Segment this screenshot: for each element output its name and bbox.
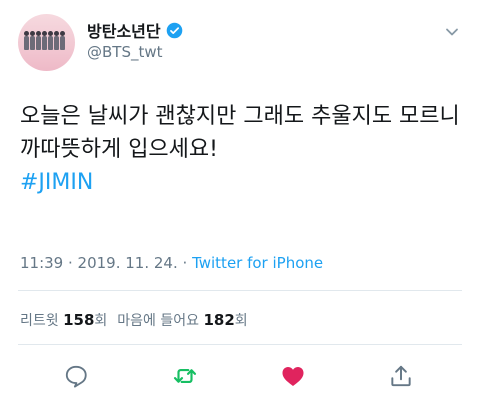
- user-handle[interactable]: @BTS_twt: [87, 43, 163, 61]
- reply-button[interactable]: [62, 362, 90, 390]
- chevron-down-icon[interactable]: [444, 24, 460, 40]
- tweet-text: 오늘은 날씨가 괜찮지만 그래도 추울지도 모르니까따뜻하게 입으세요!: [20, 104, 460, 162]
- retweets-unit: 회: [94, 313, 108, 329]
- retweet-icon: [173, 368, 197, 384]
- retweets-count: 158: [63, 311, 95, 329]
- tweet-actions: [0, 358, 480, 394]
- likes-unit: 회: [234, 313, 248, 329]
- meta-separator: ·: [177, 254, 193, 272]
- retweets-label: 리트윗: [20, 313, 59, 329]
- likes-count: 182: [203, 311, 235, 329]
- tweet-stats: 리트윗 158회 마음에 들어요 182회: [20, 310, 248, 330]
- reply-icon: [65, 365, 87, 388]
- heart-icon: [282, 367, 304, 386]
- meta-separator: ·: [63, 254, 78, 272]
- divider: [18, 344, 462, 345]
- tweet-source-link[interactable]: Twitter for iPhone: [192, 254, 323, 272]
- divider: [18, 290, 462, 291]
- likes-stat[interactable]: 마음에 들어요 182회: [117, 311, 248, 329]
- retweet-button[interactable]: [171, 362, 199, 390]
- tweet-body: 오늘은 날씨가 괜찮지만 그래도 추울지도 모르니까따뜻하게 입으세요! #JI…: [20, 100, 460, 199]
- tweet-header: 방탄소년단 @BTS_twt: [18, 14, 462, 74]
- share-icon: [391, 365, 411, 387]
- likes-label: 마음에 들어요: [117, 313, 200, 329]
- share-button[interactable]: [387, 362, 415, 390]
- tweet-meta: 11:39 · 2019. 11. 24. · Twitter for iPho…: [20, 254, 323, 272]
- hashtag-link[interactable]: #JIMIN: [20, 166, 460, 199]
- name-row: 방탄소년단: [87, 18, 183, 42]
- like-button[interactable]: [279, 362, 307, 390]
- display-name[interactable]: 방탄소년단: [87, 18, 161, 42]
- verified-badge-icon: [166, 22, 182, 38]
- tweet-date: 2019. 11. 24.: [77, 254, 178, 272]
- tweet-time: 11:39: [20, 254, 64, 272]
- avatar[interactable]: [18, 14, 75, 71]
- retweets-stat[interactable]: 리트윗 158회: [20, 311, 108, 329]
